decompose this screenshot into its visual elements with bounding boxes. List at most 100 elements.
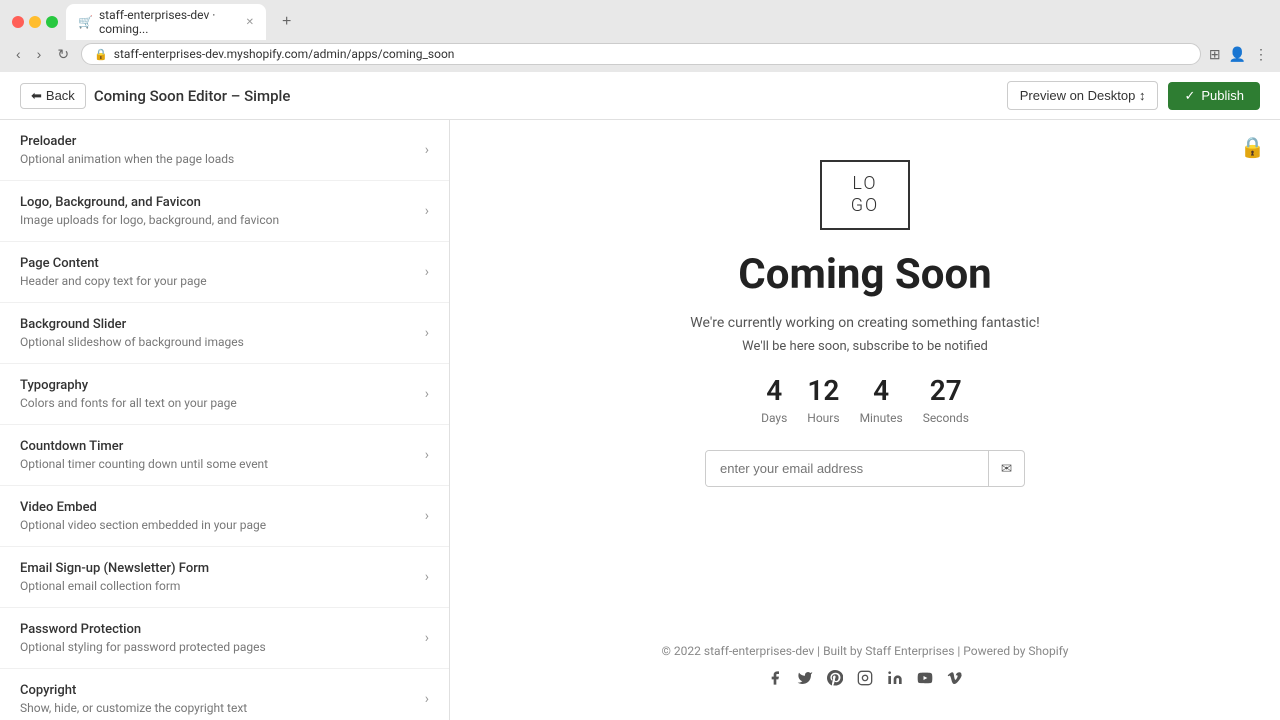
- url-text: staff-enterprises-dev.myshopify.com/admi…: [114, 47, 1188, 61]
- profile-button[interactable]: 👤: [1229, 46, 1246, 63]
- tab-title: staff-enterprises-dev · coming...: [99, 8, 240, 36]
- footer-copyright: © 2022 staff-enterprises-dev | Built by …: [662, 644, 1069, 658]
- sidebar-item-desc: Optional slideshow of background images: [20, 335, 425, 349]
- coming-soon-heading: Coming Soon: [738, 250, 991, 299]
- sidebar-item-content: Typography Colors and fonts for all text…: [20, 378, 425, 410]
- logo-line1: LO: [852, 173, 877, 194]
- page-lock-icon: 🔒: [1240, 135, 1265, 159]
- sidebar-item-desc: Optional animation when the page loads: [20, 152, 425, 166]
- dot-yellow[interactable]: [29, 16, 41, 28]
- sidebar-item-desc: Show, hide, or customize the copyright t…: [20, 701, 425, 715]
- chevron-right-icon: ›: [425, 386, 429, 402]
- main-content: Preloader Optional animation when the pa…: [0, 120, 1280, 720]
- sidebar-item-content: Password Protection Optional styling for…: [20, 622, 425, 654]
- tab-close-btn[interactable]: ✕: [246, 17, 254, 28]
- back-button[interactable]: ⬅ Back: [20, 83, 86, 109]
- chevron-right-icon: ›: [425, 630, 429, 646]
- sidebar-item-title: Password Protection: [20, 622, 425, 637]
- browser-title-bar: 🛒 staff-enterprises-dev · coming... ✕ +: [0, 0, 1280, 36]
- sidebar-item-countdown-timer[interactable]: Countdown Timer Optional timer counting …: [0, 425, 449, 486]
- sidebar-item-typography[interactable]: Typography Colors and fonts for all text…: [0, 364, 449, 425]
- twitter-icon[interactable]: [797, 670, 813, 690]
- youtube-icon[interactable]: [917, 670, 933, 690]
- sidebar-item-title: Typography: [20, 378, 425, 393]
- app-header: ⬅ Back Coming Soon Editor – Simple Previ…: [0, 72, 1280, 120]
- nav-back-button[interactable]: ‹: [12, 44, 25, 64]
- dot-green[interactable]: [46, 16, 58, 28]
- days-label: Days: [761, 411, 787, 425]
- tab-favicon: 🛒: [78, 15, 93, 29]
- countdown-days: 4 Days: [761, 374, 787, 426]
- sidebar-item-title: Copyright: [20, 683, 425, 698]
- instagram-icon[interactable]: [857, 670, 873, 690]
- social-icons-row: [662, 670, 1069, 690]
- address-bar[interactable]: 🔒 staff-enterprises-dev.myshopify.com/ad…: [81, 43, 1201, 65]
- hours-label: Hours: [807, 411, 839, 425]
- lock-secure-icon: 🔒: [94, 48, 108, 61]
- linkedin-icon[interactable]: [887, 670, 903, 690]
- preview-button[interactable]: Preview on Desktop ↕: [1007, 81, 1159, 110]
- email-signup-form: ✉: [705, 450, 1025, 487]
- browser-chrome: 🛒 staff-enterprises-dev · coming... ✕ + …: [0, 0, 1280, 72]
- back-label: Back: [46, 88, 75, 103]
- preview-subscribe-text: We'll be here soon, subscribe to be noti…: [742, 339, 988, 354]
- dot-red[interactable]: [12, 16, 24, 28]
- preview-footer: © 2022 staff-enterprises-dev | Built by …: [662, 604, 1069, 690]
- sidebar-item-content: Background Slider Optional slideshow of …: [20, 317, 425, 349]
- publish-check-icon: ✓: [1184, 88, 1195, 104]
- sidebar-item-password-protection[interactable]: Password Protection Optional styling for…: [0, 608, 449, 669]
- sidebar-item-content: Email Sign-up (Newsletter) Form Optional…: [20, 561, 425, 593]
- chevron-right-icon: ›: [425, 691, 429, 707]
- sidebar-item-content: Preloader Optional animation when the pa…: [20, 134, 425, 166]
- sidebar-item-content: Logo, Background, and Favicon Image uplo…: [20, 195, 425, 227]
- browser-dots: [12, 16, 58, 28]
- preview-page: 🔒 LO GO Coming Soon We're currently work…: [450, 120, 1280, 720]
- browser-tab[interactable]: 🛒 staff-enterprises-dev · coming... ✕: [66, 4, 266, 40]
- countdown-seconds: 27 Seconds: [923, 374, 969, 426]
- minutes-label: Minutes: [860, 411, 903, 425]
- sidebar-item-title: Background Slider: [20, 317, 425, 332]
- sidebar-item-email-signup[interactable]: Email Sign-up (Newsletter) Form Optional…: [0, 547, 449, 608]
- sidebar-item-background-slider[interactable]: Background Slider Optional slideshow of …: [0, 303, 449, 364]
- sidebar-item-title: Email Sign-up (Newsletter) Form: [20, 561, 425, 576]
- sidebar: Preloader Optional animation when the pa…: [0, 120, 450, 720]
- sidebar-item-preloader[interactable]: Preloader Optional animation when the pa…: [0, 120, 449, 181]
- facebook-icon[interactable]: [767, 670, 783, 690]
- nav-forward-button[interactable]: ›: [33, 44, 46, 64]
- sidebar-item-content: Page Content Header and copy text for yo…: [20, 256, 425, 288]
- preview-label: Preview on Desktop ↕: [1020, 88, 1146, 103]
- header-right: Preview on Desktop ↕ ✓ Publish: [1007, 81, 1260, 110]
- sidebar-item-content: Countdown Timer Optional timer counting …: [20, 439, 425, 471]
- sidebar-item-copyright[interactable]: Copyright Show, hide, or customize the c…: [0, 669, 449, 720]
- sidebar-item-page-content[interactable]: Page Content Header and copy text for yo…: [0, 242, 449, 303]
- nav-reload-button[interactable]: ↻: [53, 44, 73, 65]
- app-wrapper: ⬅ Back Coming Soon Editor – Simple Previ…: [0, 72, 1280, 720]
- seconds-value: 27: [923, 374, 969, 407]
- sidebar-item-logo-background-favicon[interactable]: Logo, Background, and Favicon Image uplo…: [0, 181, 449, 242]
- sidebar-item-desc: Optional video section embedded in your …: [20, 518, 425, 532]
- logo-text: LO GO: [851, 173, 880, 216]
- sidebar-item-title: Countdown Timer: [20, 439, 425, 454]
- sidebar-item-title: Video Embed: [20, 500, 425, 515]
- email-submit-button[interactable]: ✉: [988, 451, 1024, 486]
- logo-line2: GO: [851, 195, 880, 216]
- publish-button[interactable]: ✓ Publish: [1168, 82, 1260, 110]
- pinterest-icon[interactable]: [827, 670, 843, 690]
- sidebar-item-desc: Colors and fonts for all text on your pa…: [20, 396, 425, 410]
- header-left: ⬅ Back Coming Soon Editor – Simple: [20, 83, 290, 109]
- sidebar-item-content: Copyright Show, hide, or customize the c…: [20, 683, 425, 715]
- countdown-hours: 12 Hours: [807, 374, 839, 426]
- minutes-value: 4: [860, 374, 903, 407]
- menu-button[interactable]: ⋮: [1254, 46, 1268, 63]
- chevron-right-icon: ›: [425, 325, 429, 341]
- sidebar-item-video-embed[interactable]: Video Embed Optional video section embed…: [0, 486, 449, 547]
- sidebar-item-desc: Optional styling for password protected …: [20, 640, 425, 654]
- days-value: 4: [761, 374, 787, 407]
- hours-value: 12: [807, 374, 839, 407]
- new-tab-button[interactable]: +: [274, 11, 299, 33]
- chevron-right-icon: ›: [425, 508, 429, 524]
- vimeo-icon[interactable]: [947, 670, 963, 690]
- sidebar-item-desc: Optional timer counting down until some …: [20, 457, 425, 471]
- email-input[interactable]: [706, 451, 988, 486]
- extensions-button[interactable]: ⊞: [1209, 46, 1221, 63]
